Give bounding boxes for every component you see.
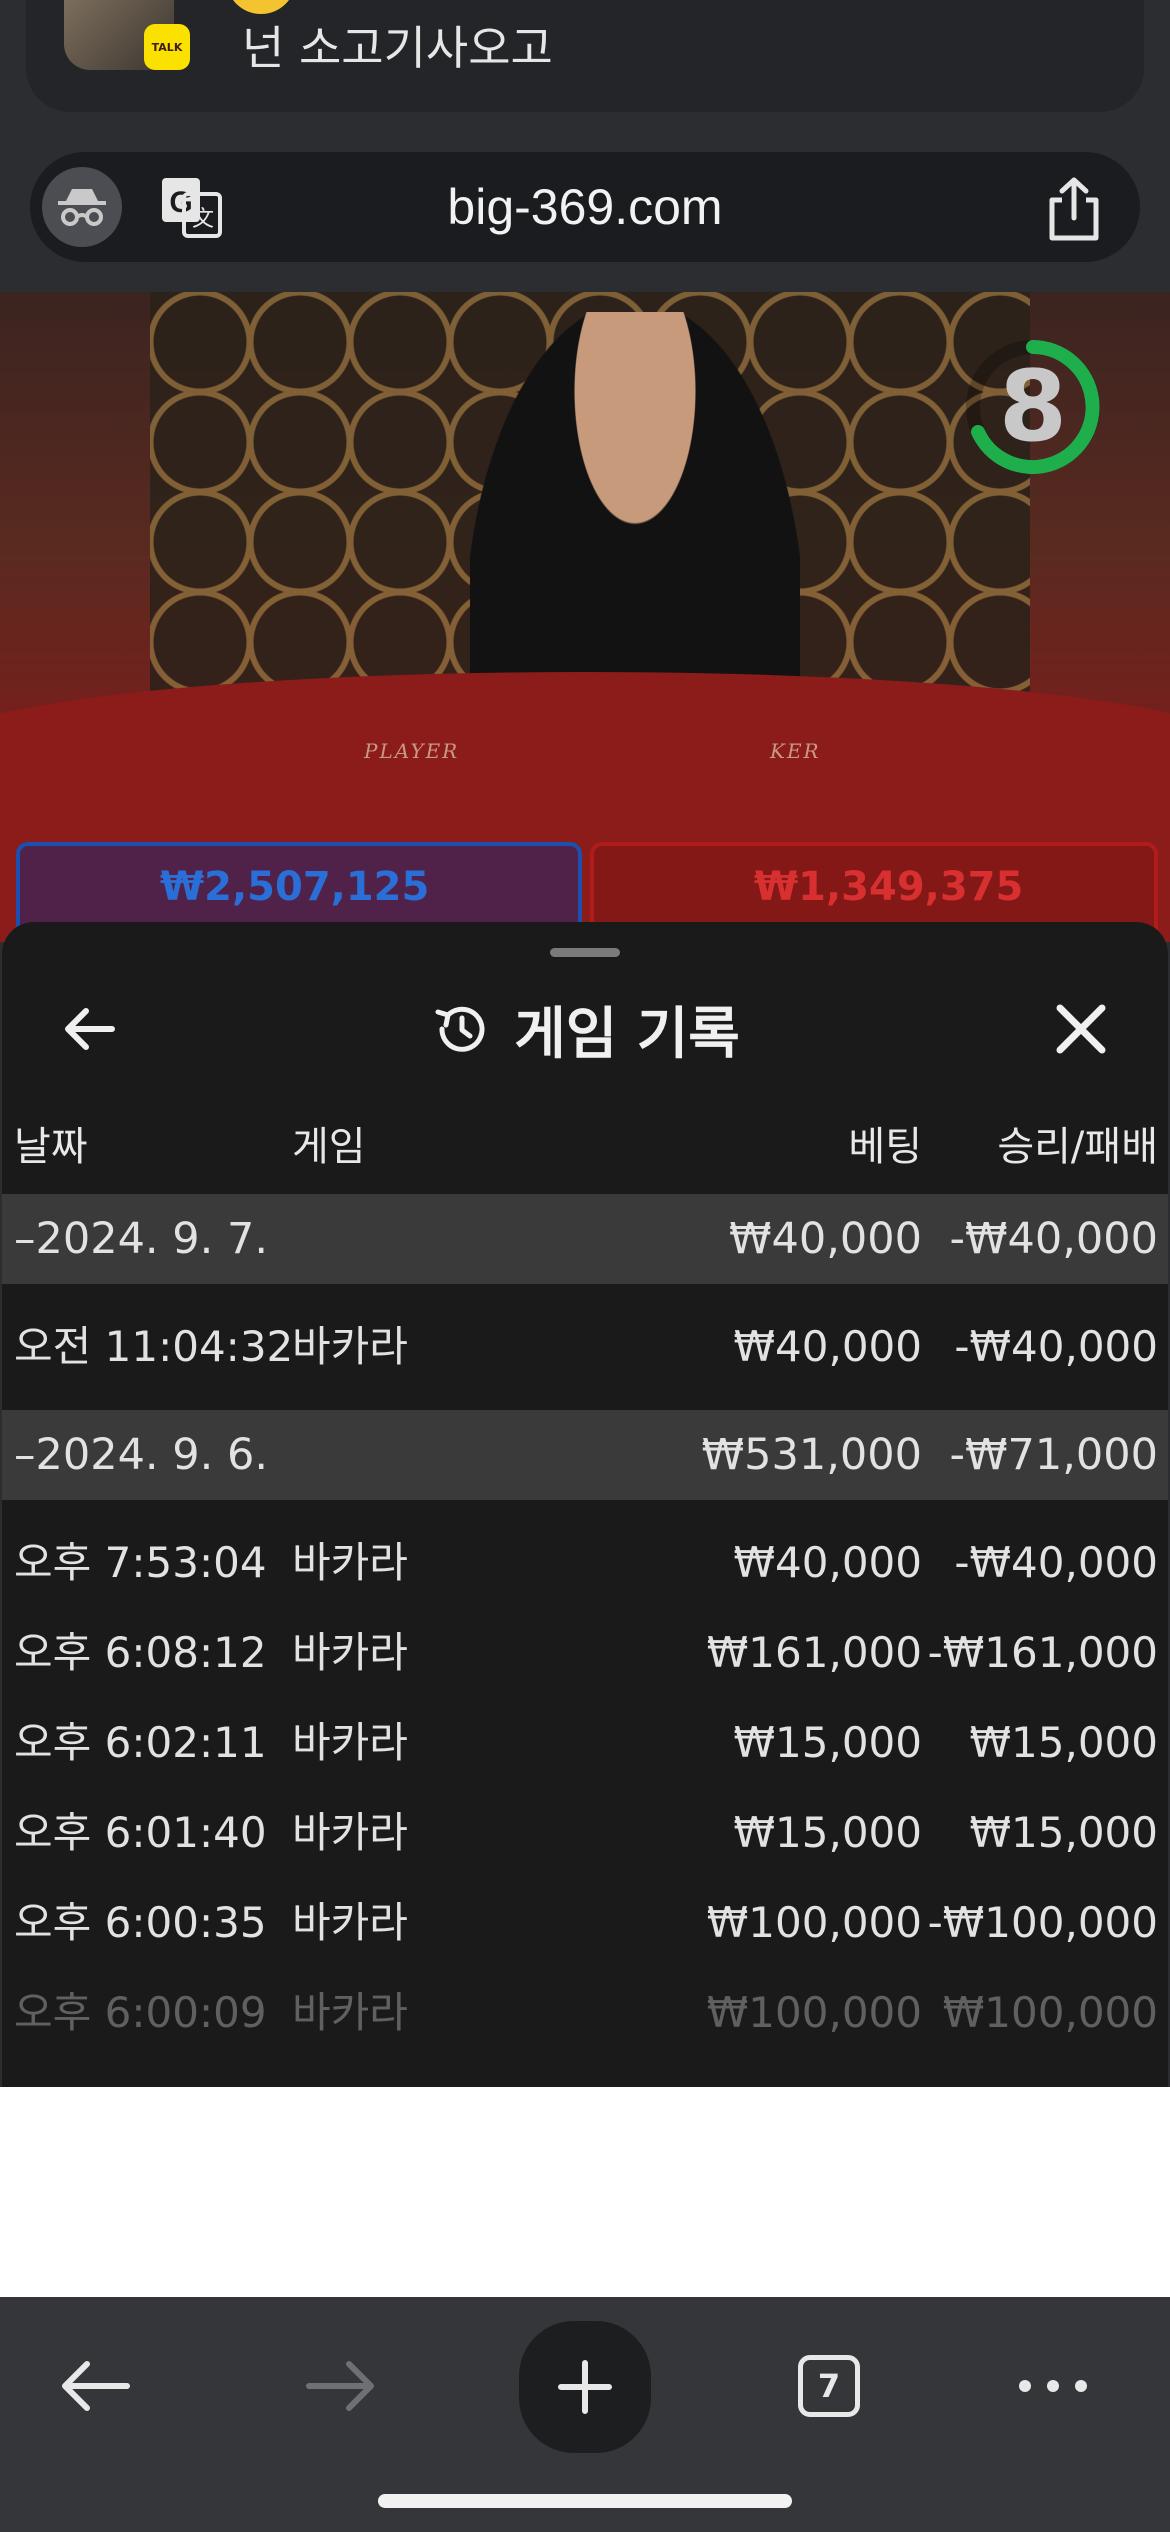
row-bet: ₩40,000 — [733, 1322, 923, 1371]
row-result: -₩40,000 — [954, 1322, 1158, 1371]
row-bet: ₩15,000 — [733, 1808, 923, 1857]
row-bet: ₩100,000 — [706, 1898, 922, 1947]
more-icon — [1019, 2380, 1087, 2392]
share-icon[interactable] — [1044, 176, 1104, 242]
group-result-total: -₩40,000 — [949, 1214, 1159, 1264]
back-icon — [62, 2361, 130, 2411]
row-game: 바카라 — [292, 1322, 408, 1371]
back-button[interactable] — [40, 2331, 150, 2441]
row-time: 오후 6:00:35 — [14, 1898, 267, 1947]
sheet-title: 게임 기록 — [2, 984, 1168, 1074]
sheet-drag-handle[interactable] — [550, 948, 620, 957]
notification-message: 넌 소고기사오고 — [242, 21, 553, 75]
row-bet: ₩15,000 — [733, 1718, 923, 1767]
row-result: ₩15,000 — [969, 1718, 1159, 1767]
live-video-stream[interactable]: PLAYER KER 8 ₩2,507,125 ₩1,349,375 — [0, 292, 1170, 942]
row-time: 오후 6:00:09 — [14, 1988, 267, 2037]
row-time: 오후 6:01:40 — [14, 1808, 267, 1857]
new-tab-button[interactable] — [519, 2321, 651, 2453]
row-result: -₩100,000 — [927, 1898, 1158, 1947]
row-result: -₩161,000 — [927, 1628, 1158, 1677]
group-bet-total: ₩531,000 — [701, 1430, 922, 1480]
row-bet: ₩100,000 — [706, 1988, 922, 2037]
row-time: 오전 11:04:32 — [14, 1322, 294, 1371]
history-icon — [435, 1006, 485, 1052]
countdown-timer: 8 — [966, 332, 1118, 482]
game-history-sheet: 게임 기록 날짜 게임 베팅 승리/패배 –2024. 9. 7. ₩40,00… — [2, 922, 1168, 2087]
row-game: 바카라 — [292, 1898, 408, 1947]
kakaotalk-icon: TALK — [144, 24, 190, 70]
history-row[interactable]: 오후 6:00:09 바카라 ₩100,000 ₩100,000 — [2, 1968, 1168, 2058]
row-time: 오후 7:53:04 — [14, 1538, 267, 1587]
table-banker-label: KER — [770, 739, 821, 763]
plus-icon — [558, 2360, 612, 2414]
column-header-win-loss: 승리/패배 — [997, 1124, 1158, 1170]
row-game: 바카라 — [292, 1808, 408, 1857]
history-row[interactable]: 오후 6:02:11 바카라 ₩15,000 ₩15,000 — [2, 1698, 1168, 1788]
banker-bet-total: ₩1,349,375 — [754, 864, 1024, 910]
row-game: 바카라 — [292, 1628, 408, 1677]
row-game: 바카라 — [292, 1988, 408, 2037]
url-text[interactable]: big-369.com — [30, 178, 1140, 236]
row-bet: ₩40,000 — [733, 1538, 923, 1587]
sheet-title-text: 게임 기록 — [514, 1001, 740, 1067]
address-bar[interactable]: G 文 big-369.com — [30, 152, 1140, 262]
row-bet: ₩161,000 — [706, 1628, 922, 1677]
row-result: ₩15,000 — [969, 1808, 1159, 1857]
tabs-button[interactable]: 7 — [774, 2331, 884, 2441]
history-row[interactable]: 오전 11:04:32 바카라 ₩40,000 -₩40,000 — [2, 1302, 1168, 1392]
date-group-row[interactable]: –2024. 9. 6. ₩531,000 -₩71,000 — [2, 1410, 1168, 1500]
table-player-label: PLAYER — [364, 739, 460, 763]
history-row[interactable]: 오후 7:53:04 바카라 ₩40,000 -₩40,000 — [2, 1518, 1168, 1608]
history-row[interactable]: 오후 6:01:40 바카라 ₩15,000 ₩15,000 — [2, 1788, 1168, 1878]
group-date: –2024. 9. 6. — [14, 1430, 268, 1480]
column-header-game: 게임 — [292, 1124, 366, 1170]
tab-count: 7 — [798, 2355, 860, 2417]
table-header: 날짜 게임 베팅 승리/패배 — [2, 1114, 1168, 1184]
row-time: 오후 6:02:11 — [14, 1718, 267, 1767]
forward-icon — [306, 2361, 374, 2411]
group-result-total: -₩71,000 — [949, 1430, 1159, 1480]
forward-button[interactable] — [286, 2331, 396, 2441]
row-result: ₩100,000 — [942, 1988, 1158, 2037]
page-blank-area — [0, 2087, 1170, 2297]
row-game: 바카라 — [292, 1538, 408, 1587]
history-row[interactable]: 오후 6:08:12 바카라 ₩161,000 -₩161,000 — [2, 1608, 1168, 1698]
player-bet-total: ₩2,507,125 — [160, 864, 430, 910]
row-result: -₩40,000 — [954, 1538, 1158, 1587]
column-header-bet: 베팅 — [848, 1124, 922, 1170]
row-game: 바카라 — [292, 1718, 408, 1767]
close-icon[interactable] — [1046, 994, 1116, 1064]
date-group-row[interactable]: –2024. 9. 7. ₩40,000 -₩40,000 — [2, 1194, 1168, 1284]
countdown-number: 8 — [998, 350, 1068, 464]
notification-banner[interactable]: TALK 넌 소고기사오고 — [26, 0, 1144, 112]
column-header-date: 날짜 — [14, 1124, 88, 1170]
history-list[interactable]: –2024. 9. 7. ₩40,000 -₩40,000 오전 11:04:3… — [2, 1194, 1168, 2058]
row-time: 오후 6:08:12 — [14, 1628, 267, 1677]
group-bet-total: ₩40,000 — [729, 1214, 922, 1264]
more-menu-button[interactable] — [998, 2331, 1108, 2441]
group-date: –2024. 9. 7. — [14, 1214, 268, 1264]
history-row[interactable]: 오후 6:00:35 바카라 ₩100,000 -₩100,000 — [2, 1878, 1168, 1968]
home-indicator[interactable] — [378, 2494, 792, 2508]
